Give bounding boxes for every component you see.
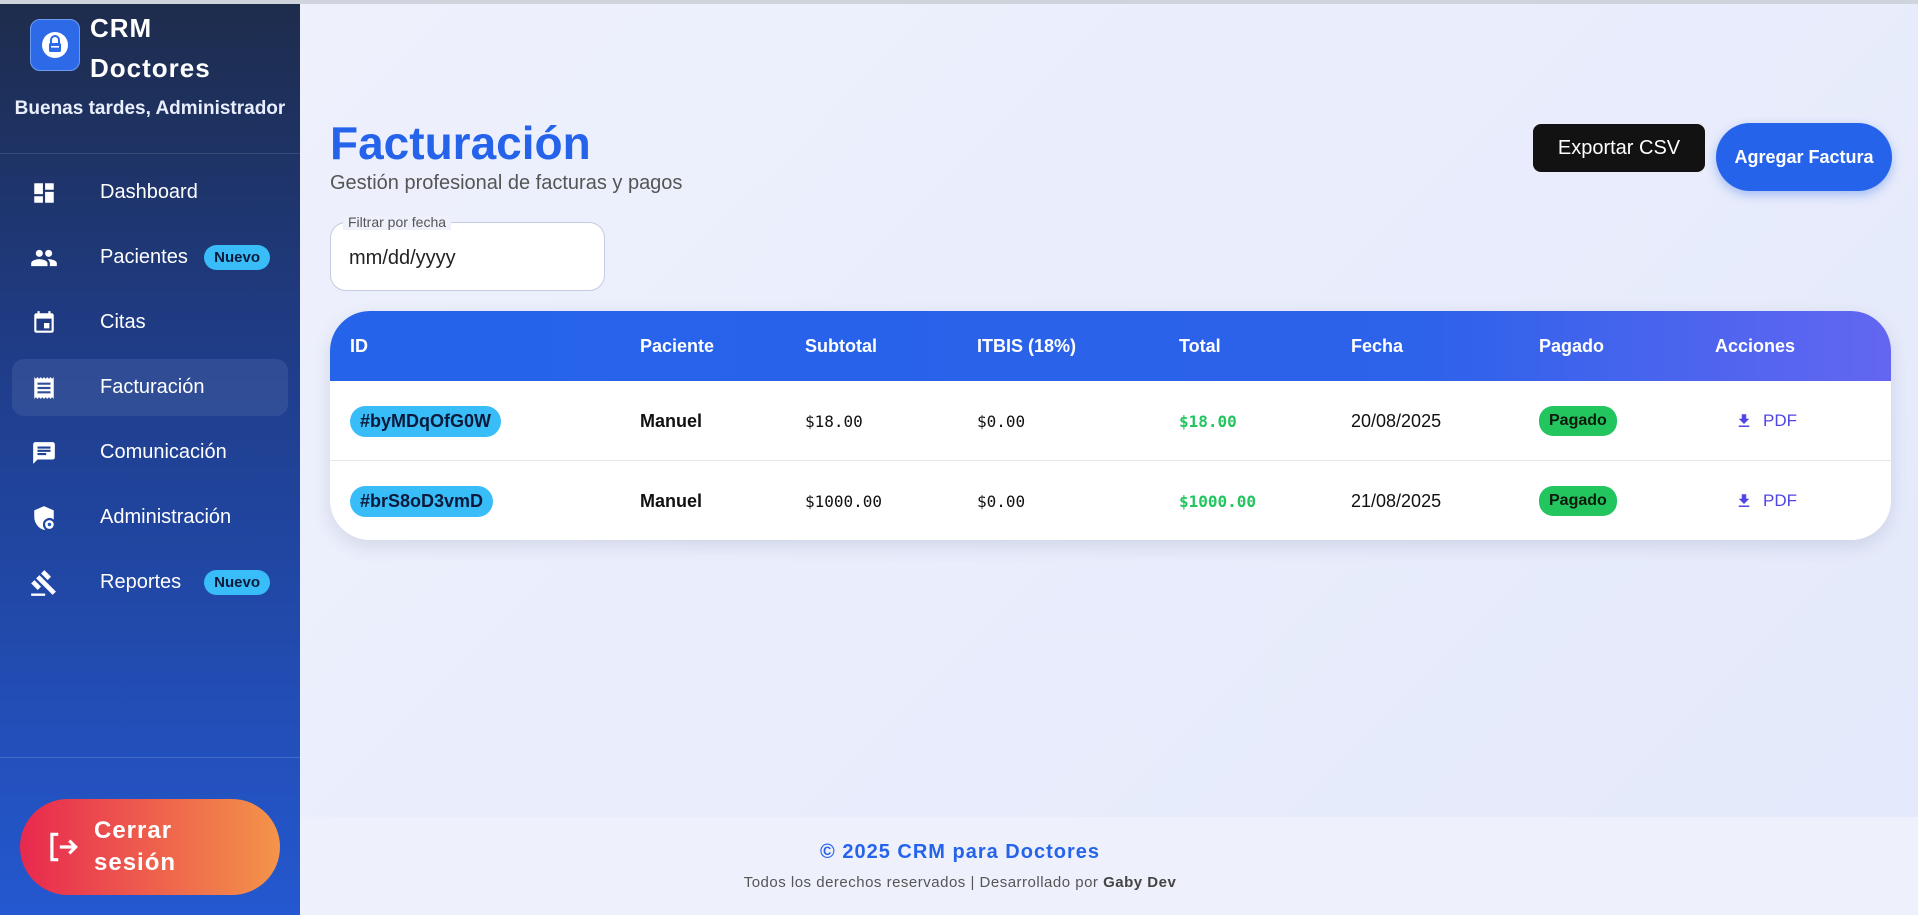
people-icon	[30, 244, 58, 272]
logout-label: Cerrar sesión	[94, 817, 177, 876]
logout-icon	[50, 832, 78, 862]
column-header-total: Total	[1179, 335, 1221, 356]
user-greeting: Buenas tardes, Administrador	[14, 98, 286, 119]
pdf-label: PDF	[1763, 491, 1797, 510]
date-value: 21/08/2025	[1351, 490, 1442, 511]
sidebar-item-label: Reportes	[100, 571, 182, 593]
paid-status-badge: Pagado	[1539, 486, 1617, 516]
main-content: Facturación Gestión profesional de factu…	[300, 4, 1918, 817]
footer-credits: Todos los derechos reservados | Desarrol…	[300, 874, 1620, 891]
patient-name: Manuel	[640, 410, 703, 431]
footer-rights: Todos los derechos reservados | Desarrol…	[743, 874, 1099, 891]
sidebar-item-comunicacion[interactable]: Comunicación	[12, 424, 288, 481]
patient-name: Manuel	[640, 490, 703, 511]
column-header-paciente: Paciente	[640, 335, 715, 356]
total-value: $1000.00	[1179, 491, 1257, 511]
sidebar-nav: Dashboard Pacientes Nuevo Citas Facturac…	[0, 164, 300, 611]
page-footer: © 2025 CRM para Doctores Todos los derec…	[300, 817, 1918, 915]
new-badge: Nuevo	[204, 245, 270, 270]
sidebar-item-citas[interactable]: Citas	[12, 294, 288, 351]
pdf-label: PDF	[1763, 411, 1797, 430]
column-header-subtotal: Subtotal	[805, 335, 877, 356]
download-pdf-link[interactable]: PDF	[1735, 491, 1797, 511]
sidebar-brand: CRM Doctores Buenas tardes, Administrado…	[0, 4, 300, 154]
column-header-itbis: ITBIS (18%)	[977, 335, 1077, 356]
add-invoice-button[interactable]: Agregar Factura	[1716, 123, 1892, 191]
lock-logo-icon	[30, 19, 80, 71]
date-filter-field[interactable]: Filtrar por fecha mm/dd/yyyy	[330, 214, 605, 291]
invoice-id-chip: #brS8oD3vmD	[350, 485, 494, 517]
column-header-id: ID	[350, 335, 368, 356]
page-title: Facturación	[330, 117, 591, 169]
column-header-acciones: Acciones	[1715, 335, 1796, 356]
sidebar: CRM Doctores Buenas tardes, Administrado…	[0, 4, 300, 915]
sidebar-item-label: Pacientes	[100, 246, 188, 268]
brand-name: CRM Doctores	[90, 13, 211, 83]
export-csv-button[interactable]: Exportar CSV	[1533, 124, 1705, 172]
table-row: #byMDqOfG0W Manuel $18.00 $0.00 $18.00 2…	[330, 381, 1891, 461]
sidebar-item-label: Administración	[100, 506, 232, 528]
paid-status-badge: Pagado	[1539, 406, 1617, 436]
table-row: #brS8oD3vmD Manuel $1000.00 $0.00 $1000.…	[330, 461, 1891, 540]
sidebar-item-reportes[interactable]: Reportes Nuevo	[12, 554, 288, 611]
page-subtitle: Gestión profesional de facturas y pagos	[330, 172, 683, 194]
column-header-fecha: Fecha	[1351, 335, 1404, 356]
subtotal-value: $1000.00	[805, 491, 883, 511]
sidebar-item-label: Comunicación	[100, 441, 227, 463]
sidebar-item-label: Dashboard	[100, 181, 198, 203]
date-filter-input[interactable]: mm/dd/yyyy	[349, 247, 456, 270]
sidebar-item-administracion[interactable]: Administración	[12, 489, 288, 546]
footer-author: Gaby Dev	[1103, 874, 1177, 891]
sidebar-item-label: Citas	[100, 311, 146, 333]
calendar-icon	[30, 309, 58, 337]
chat-icon	[30, 439, 58, 467]
itbis-value: $0.00	[977, 411, 1026, 431]
gavel-icon	[30, 569, 58, 597]
invoices-table: ID Paciente Subtotal ITBIS (18%) Total F…	[330, 311, 1891, 540]
sidebar-item-pacientes[interactable]: Pacientes Nuevo	[12, 229, 288, 286]
sidebar-item-label: Facturación	[100, 376, 205, 398]
itbis-value: $0.00	[977, 491, 1026, 511]
table-header: ID Paciente Subtotal ITBIS (18%) Total F…	[330, 311, 1891, 381]
footer-copyright: © 2025 CRM para Doctores	[820, 841, 1100, 863]
date-value: 20/08/2025	[1351, 410, 1442, 431]
window-top-border	[0, 0, 1918, 4]
download-icon	[1738, 414, 1750, 427]
column-header-pagado: Pagado	[1539, 335, 1605, 356]
dashboard-icon	[30, 179, 58, 207]
logout-button[interactable]: Cerrar sesión	[20, 799, 280, 895]
sidebar-item-facturacion[interactable]: Facturación	[12, 359, 288, 416]
sidebar-item-dashboard[interactable]: Dashboard	[12, 164, 288, 221]
sidebar-divider	[0, 757, 300, 758]
download-icon	[1738, 494, 1750, 507]
new-badge: Nuevo	[204, 570, 270, 595]
download-pdf-link[interactable]: PDF	[1735, 411, 1797, 431]
admin-shield-icon	[30, 504, 58, 532]
subtotal-value: $18.00	[805, 411, 863, 431]
receipt-icon	[30, 374, 58, 402]
invoice-id-chip: #byMDqOfG0W	[350, 405, 502, 437]
total-value: $18.00	[1179, 411, 1237, 431]
date-filter-label: Filtrar por fecha	[343, 214, 452, 230]
